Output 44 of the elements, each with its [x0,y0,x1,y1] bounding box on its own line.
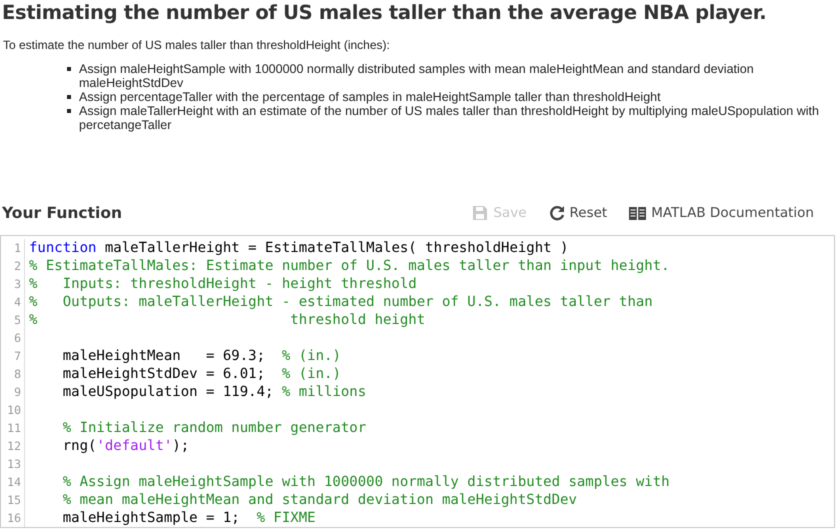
intro-text: To estimate the number of US males taller than thresholdHeight (inches): [3,38,391,52]
line-number: 15 [1,491,25,509]
code-line: maleHeightSample = 1; % FIXME [62,509,316,527]
line-number: 12 [1,437,25,455]
step-text: Assign maleTallerHeight with an estimate of the number of US males taller than thresholdHeight by multiplying maleUSpopulation with percetangeTaller [79,104,820,132]
code-line: % Assign maleHeightSample with 1000000 normally distributed samples with [62,473,670,491]
code-line: % Inputs: thresholdHeight - height threshold [29,275,417,293]
line-number: 10 [1,401,25,419]
code-line: % threshold height [29,311,426,329]
bullet-icon [67,95,71,99]
docs-button[interactable]: MATLAB Documentation [629,205,814,221]
line-number: 2 [1,257,25,275]
code-line: maleHeightMean = 69.3; % (in.) [62,347,341,365]
line-number: 11 [1,419,25,437]
line-number: 6 [1,329,25,347]
save-icon [472,205,488,221]
line-number: 9 [1,383,25,401]
code-line: % EstimateTallMales: Estimate number of U.S. males taller than input height. [29,257,670,275]
reset-button[interactable]: Reset [548,205,608,221]
code-line: % mean maleHeightMean and standard deviation maleHeightStdDev [62,491,577,509]
line-number: 4 [1,293,25,311]
line-number: 14 [1,473,25,491]
line-number: 8 [1,365,25,383]
code-line: % Outputs: maleTallerHeight - estimated number of U.S. males taller than [29,293,653,311]
code-line: maleHeightStdDev = 6.01; % (in.) [62,365,341,383]
line-number: 3 [1,275,25,293]
code-line: rng('default'); [62,437,190,455]
page-title: Estimating the number of US males taller than the average NBA player. [1,0,768,26]
section-title: Your Function [2,204,124,222]
line-number: 7 [1,347,25,365]
line-number: 5 [1,311,25,329]
line-number: 13 [1,455,25,473]
line-number: 16 [1,509,25,527]
line-number: 1 [1,239,25,257]
book-icon [629,206,646,220]
step-text: Assign maleHeightSample with 1000000 normally distributed samples with mean maleHeightMean and standard deviation maleHeightStdDev [79,62,755,90]
reset-icon [548,205,564,221]
bullet-icon [67,109,71,113]
step-text: Assign percentageTaller with the percentage of samples in maleHeightSample taller than thresholdHeight [79,90,661,104]
code-line: maleUSpopulation = 119.4; % millions [62,383,366,401]
bullet-icon [67,67,71,71]
code-line: function maleTallerHeight = EstimateTallMales( thresholdHeight ) [29,239,568,257]
code-line: % Initialize random number generator [62,419,366,437]
code-editor[interactable] [0,235,835,528]
